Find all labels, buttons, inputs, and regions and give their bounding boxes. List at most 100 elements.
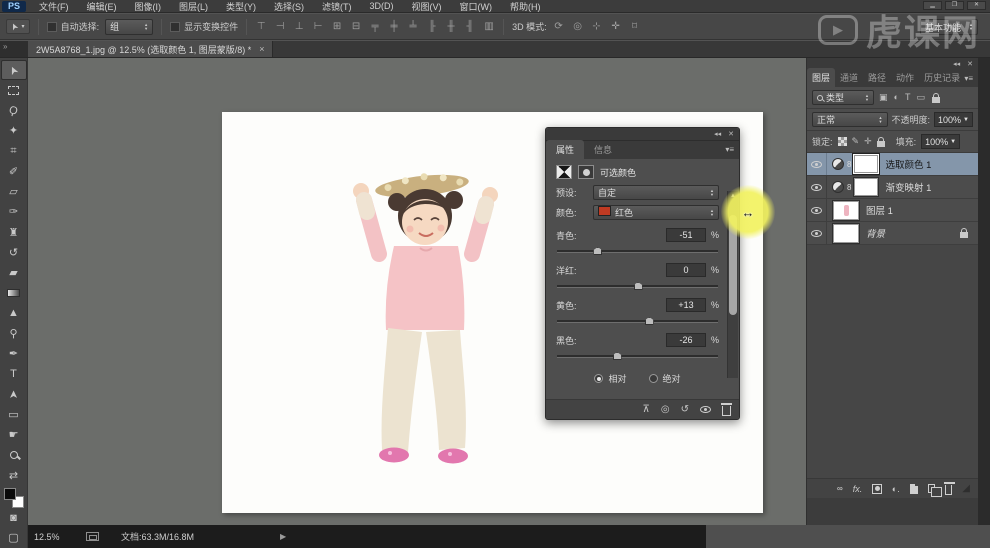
slider-track[interactable] <box>557 285 718 288</box>
tab-信息[interactable]: 信息 <box>584 140 622 159</box>
gradient-tool[interactable] <box>1 283 27 303</box>
close-button[interactable]: ✕ <box>967 1 986 10</box>
menu-item-F[interactable]: 文件(F) <box>30 0 78 13</box>
swap-colors-icon[interactable]: ⇄ <box>1 465 27 485</box>
menu-item-H[interactable]: 帮助(H) <box>501 0 550 13</box>
menu-item-Y[interactable]: 类型(Y) <box>217 0 265 13</box>
clip-to-layer-icon[interactable]: ⊼ <box>643 404 650 415</box>
eye-icon[interactable] <box>811 161 822 168</box>
align-icon-0[interactable]: ⊤ <box>255 21 267 32</box>
mode-3d-icon-2[interactable]: ⊹ <box>591 21 603 32</box>
menu-item-V[interactable]: 视图(V) <box>403 0 451 13</box>
layer-visibility-cell[interactable] <box>807 199 827 221</box>
mode-3d-icon-0[interactable]: ⟳ <box>553 21 565 32</box>
slider-track[interactable] <box>557 250 718 253</box>
mode-3d-icon-1[interactable]: ◎ <box>572 21 584 32</box>
menu-item-W[interactable]: 窗口(W) <box>451 0 502 13</box>
foreground-color-swatch[interactable] <box>4 488 16 500</box>
align-icon-10[interactable]: ╫ <box>445 21 457 32</box>
slider-value-field[interactable]: +13 <box>666 298 706 312</box>
panel-menu-icon[interactable]: ▾≡ <box>725 145 734 154</box>
tab-历史记录[interactable]: 历史记录 <box>919 68 965 87</box>
collapse-panel-icon[interactable]: ◂◂ <box>714 130 721 138</box>
fill-field[interactable]: 100% ▼ <box>921 134 960 149</box>
lock-paint-icon[interactable]: ✎ <box>852 136 860 147</box>
layer-style-icon[interactable]: fx. <box>853 484 863 494</box>
lock-transparent-icon[interactable] <box>838 137 847 146</box>
toggle-visibility-icon[interactable] <box>700 406 711 413</box>
align-icon-11[interactable]: ╢ <box>464 21 476 32</box>
workspace-dropdown[interactable]: 基本功能 ▲ ▼ <box>920 19 978 35</box>
reset-icon[interactable]: ↺ <box>681 404 689 415</box>
layer-visibility-cell[interactable] <box>807 222 827 244</box>
align-icon-2[interactable]: ⊥ <box>293 21 305 32</box>
preset-dropdown[interactable]: 自定 ▲ ▼ <box>593 185 719 200</box>
pen-tool[interactable]: ✒ <box>1 344 27 364</box>
slider-thumb[interactable] <box>645 317 654 325</box>
status-menu-arrow-icon[interactable]: ▶ <box>280 532 286 541</box>
clone-stamp-tool[interactable]: ♜ <box>1 222 27 242</box>
add-mask-icon[interactable] <box>872 484 882 494</box>
align-icon-8[interactable]: ╧ <box>407 21 419 32</box>
blur-tool[interactable]: ▲ <box>1 303 27 323</box>
slider-thumb[interactable] <box>593 247 602 255</box>
menu-item-3DD[interactable]: 3D(D) <box>361 1 403 11</box>
align-icon-3[interactable]: ⊢ <box>312 21 324 32</box>
layer-name[interactable]: 选取颜色 1 <box>885 157 931 171</box>
mode-3d-icon-4[interactable]: ⌑ <box>629 21 641 32</box>
menu-item-E[interactable]: 编辑(E) <box>78 0 126 13</box>
lock-all-icon[interactable] <box>877 141 885 147</box>
show-transform-checkbox[interactable]: 显示变换控件 <box>170 20 238 33</box>
crop-tool[interactable]: ⌗ <box>1 141 27 161</box>
minimize-button[interactable]: ▁ <box>923 1 942 10</box>
blend-mode-dropdown[interactable]: 正常 ▲ ▼ <box>812 112 888 127</box>
auto-align-icon[interactable]: ▥ <box>483 21 495 32</box>
layer-name[interactable]: 渐变映射 1 <box>885 180 931 194</box>
link-layers-icon[interactable]: ∞ <box>837 484 843 493</box>
close-icon[interactable]: ✕ <box>728 130 734 138</box>
tab-通道[interactable]: 通道 <box>835 68 863 87</box>
eyedropper-tool[interactable]: ✐ <box>1 161 27 181</box>
path-selection-tool[interactable]: ➤ <box>1 384 27 404</box>
menu-item-S[interactable]: 选择(S) <box>265 0 313 13</box>
tab-图层[interactable]: 图层 <box>807 68 835 87</box>
align-icon-6[interactable]: ╤ <box>369 21 381 32</box>
filter-icon-1[interactable]: ◐ <box>894 92 899 103</box>
radio-绝对[interactable]: 绝对 <box>649 372 681 385</box>
mask-target-icon[interactable] <box>578 165 594 179</box>
slider-value-field[interactable]: -26 <box>666 333 706 347</box>
align-icon-5[interactable]: ⊟ <box>350 21 362 32</box>
menu-item-L[interactable]: 图层(L) <box>170 0 217 13</box>
marquee-tool[interactable] <box>1 80 27 100</box>
layer-row[interactable]: 8选取颜色 1 <box>807 153 978 176</box>
resize-grip-icon[interactable]: ◢ <box>962 483 970 494</box>
layer-name[interactable]: 背景 <box>866 226 885 240</box>
screen-mode-button[interactable]: ▢ <box>1 528 27 548</box>
filter-lock-icon[interactable] <box>932 97 940 103</box>
eye-icon[interactable] <box>811 207 822 214</box>
collapse-panel-icon[interactable]: ◂◂ <box>953 60 960 68</box>
color-swatches[interactable] <box>3 488 25 507</box>
opacity-field[interactable]: 100% ▼ <box>934 112 973 127</box>
close-icon[interactable]: ✕ <box>967 60 973 68</box>
eye-icon[interactable] <box>811 184 822 191</box>
shape-tool[interactable]: ▭ <box>1 404 27 424</box>
history-brush-tool[interactable]: ↺ <box>1 242 27 262</box>
panel-menu-icon[interactable]: ▾≡ <box>964 74 973 83</box>
layer-name[interactable]: 图层 1 <box>866 203 893 217</box>
eye-icon[interactable] <box>811 230 822 237</box>
layer-row[interactable]: 8渐变映射 1 <box>807 176 978 199</box>
brush-tool[interactable]: ✑ <box>1 202 27 222</box>
restore-button[interactable]: ❐ <box>945 1 964 10</box>
tab-动作[interactable]: 动作 <box>891 68 919 87</box>
layer-mask-thumbnail[interactable] <box>854 155 878 173</box>
document-tab[interactable]: 2W5A8768_1.jpg @ 12.5% (选取颜色 1, 图层蒙版/8) … <box>28 41 273 57</box>
hand-tool[interactable]: ☛ <box>1 425 27 445</box>
align-icon-9[interactable]: ╟ <box>426 21 438 32</box>
zoom-level-field[interactable]: 12.5% <box>34 532 86 542</box>
tab-属性[interactable]: 属性 <box>546 140 584 159</box>
align-icon-4[interactable]: ⊞ <box>331 21 343 32</box>
healing-brush-tool[interactable]: ▱ <box>1 182 27 202</box>
delete-layer-icon[interactable] <box>945 485 952 495</box>
eraser-tool[interactable]: ▰ <box>1 263 27 283</box>
